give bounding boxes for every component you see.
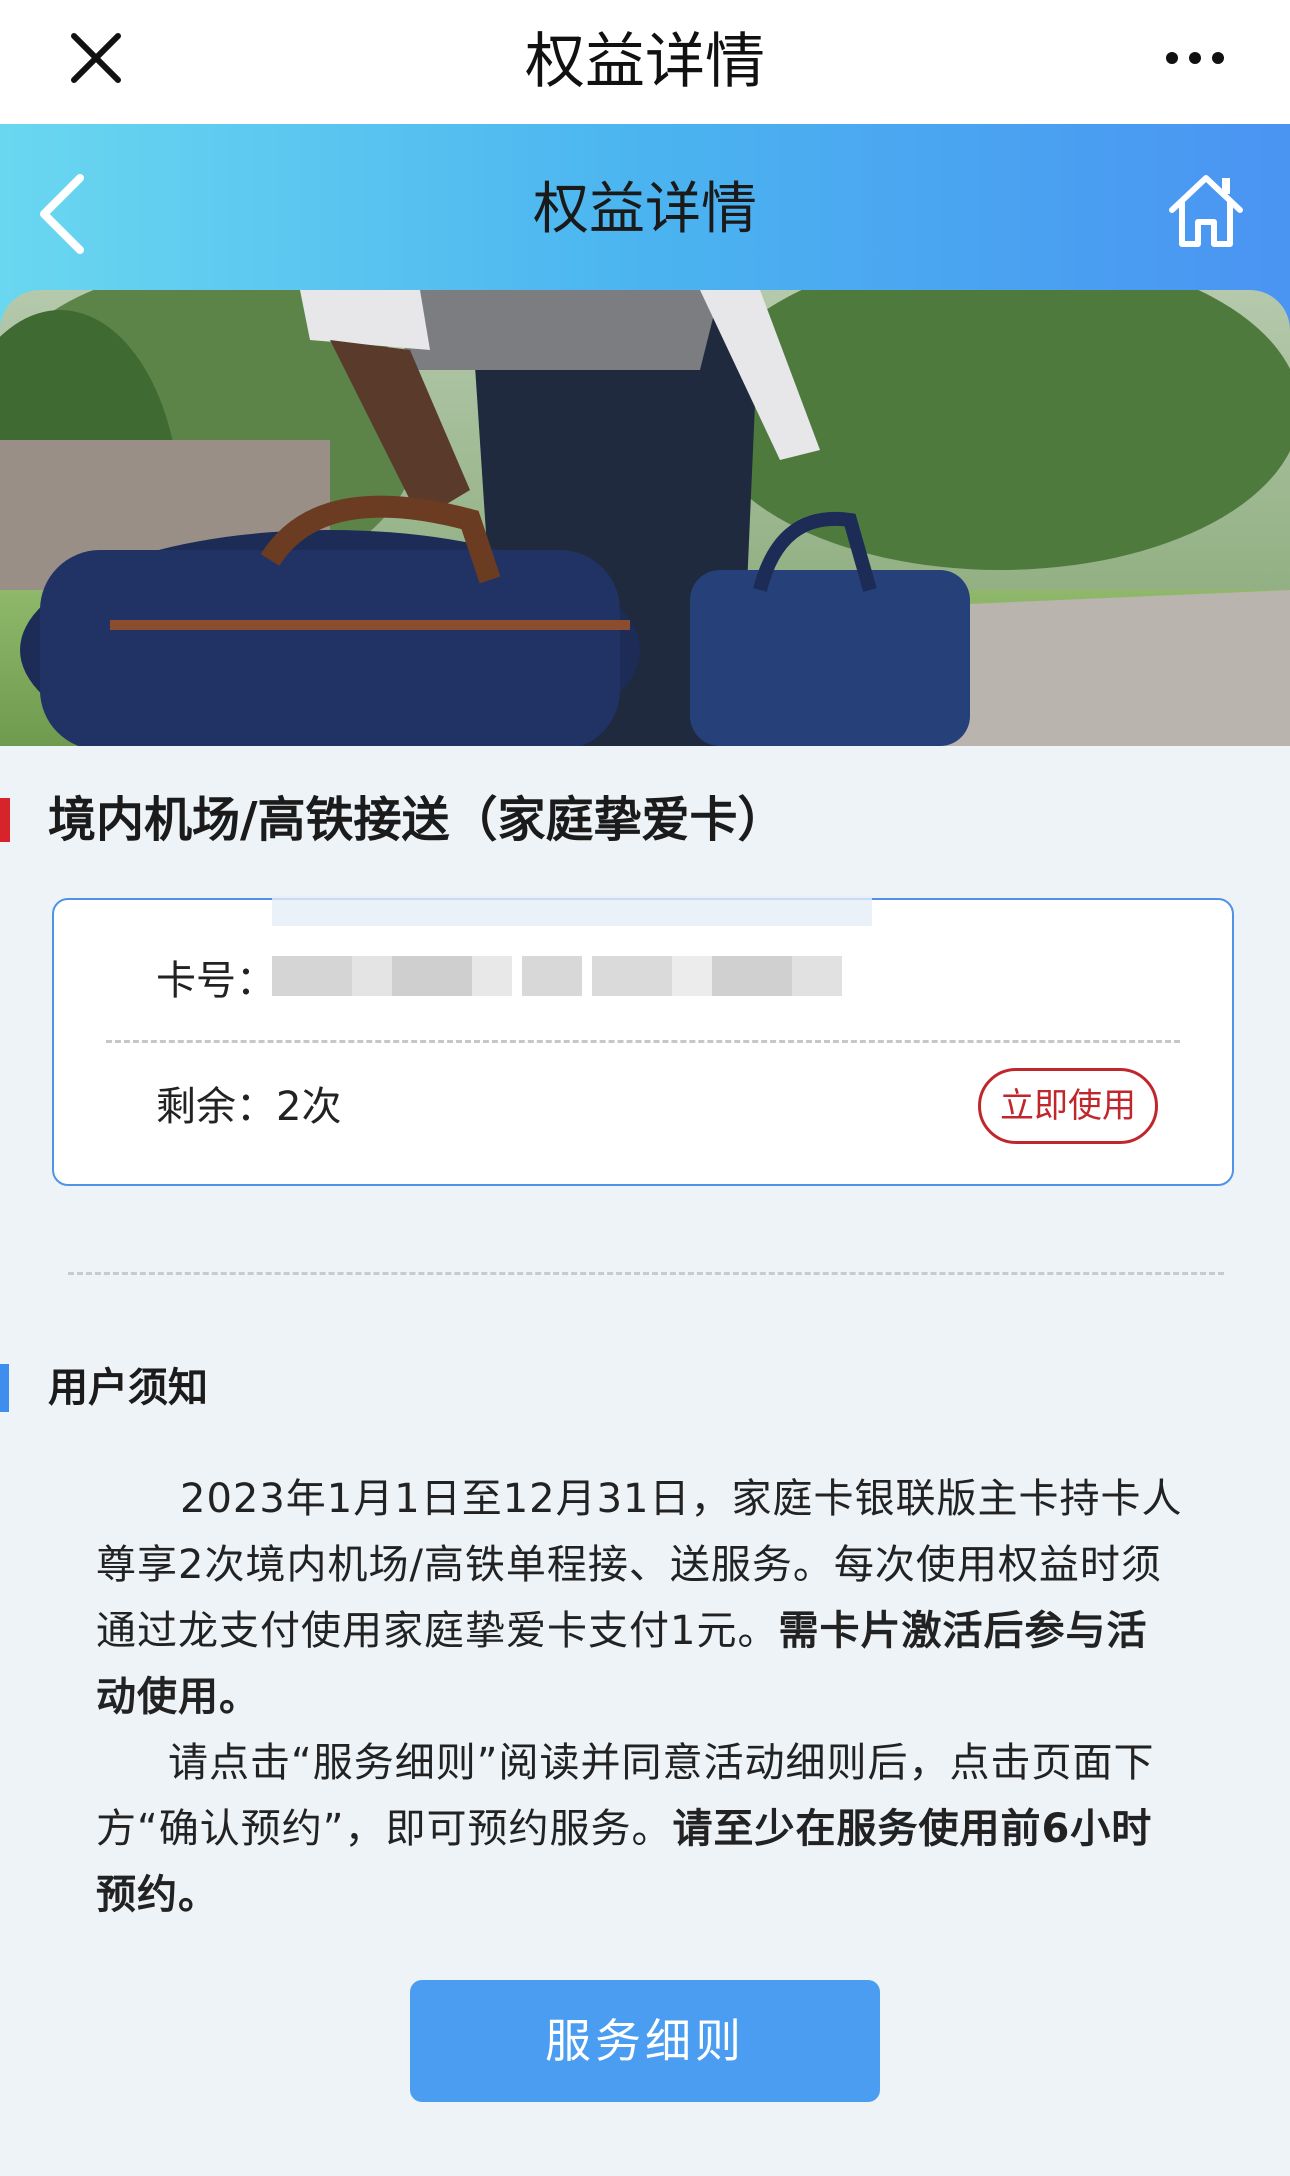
page-title: 权益详情 bbox=[533, 177, 757, 242]
card-number-label: 卡号： bbox=[156, 958, 276, 1004]
notice-marker bbox=[0, 1364, 9, 1412]
use-now-button[interactable]: 立即使用 bbox=[978, 1068, 1158, 1144]
notice-title: 用户须知 bbox=[48, 1365, 208, 1411]
traveler-with-bags-photo bbox=[0, 290, 1290, 746]
masked-card-number bbox=[272, 896, 872, 996]
notice-paragraph-1: 2023年1月1日至12月31日，家庭卡银联版主卡持卡人尊享2次境内机场/高铁单… bbox=[96, 1466, 1186, 1730]
notice-paragraph-2: 请点击“服务细则”阅读并同意活动细则后，点击页面下方“确认预约”，即可预约服务。… bbox=[96, 1730, 1186, 1928]
service-details-button[interactable]: 服务细则 bbox=[410, 1980, 880, 2102]
remaining-value: 2次 bbox=[276, 1084, 342, 1130]
remaining-count: 剩余：2次 bbox=[156, 1082, 341, 1132]
benefit-title: 境内机场/高铁接送（家庭挚爱卡） bbox=[48, 792, 786, 848]
card-divider bbox=[106, 1040, 1180, 1043]
section-divider bbox=[68, 1272, 1224, 1275]
wechat-title: 权益详情 bbox=[525, 27, 765, 97]
more-icon[interactable] bbox=[1160, 28, 1230, 88]
remaining-label: 剩余： bbox=[156, 1084, 276, 1130]
hero-image bbox=[0, 290, 1290, 746]
wechat-nav-bar: 权益详情 bbox=[0, 0, 1290, 125]
card-info-panel: 卡号： 剩余：2次 立即使用 bbox=[52, 896, 1234, 1186]
home-icon[interactable] bbox=[1166, 172, 1246, 252]
section-marker bbox=[0, 798, 10, 842]
